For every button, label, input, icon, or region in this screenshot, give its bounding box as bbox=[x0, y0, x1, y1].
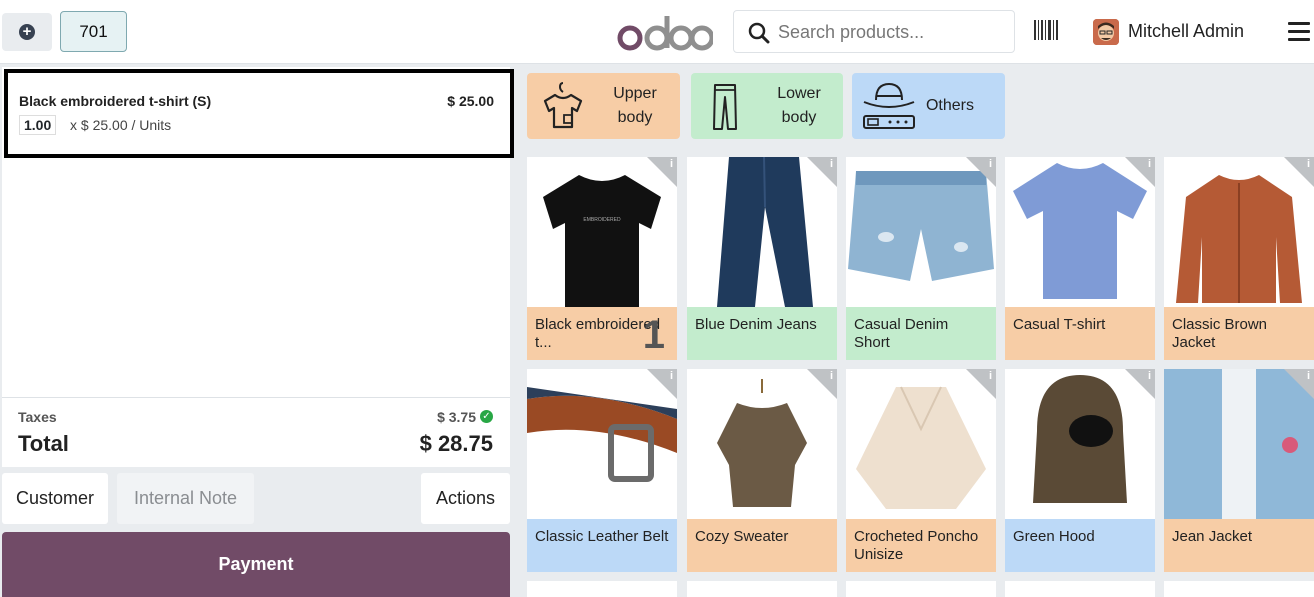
user-avatar[interactable] bbox=[1093, 19, 1119, 45]
order-pane: Black embroidered t-shirt (S) $ 25.00 1.… bbox=[0, 64, 519, 597]
search-input[interactable] bbox=[778, 19, 1003, 45]
hat-belt-icon bbox=[863, 82, 915, 129]
pos-header: + 701 Search products... Mitchell Admin bbox=[0, 0, 1314, 64]
menu-icon[interactable] bbox=[1288, 22, 1310, 46]
product-name: Classic Leather Belt bbox=[527, 519, 677, 572]
info-icon: i bbox=[669, 370, 673, 382]
info-icon: i bbox=[829, 158, 833, 170]
product-card[interactable] bbox=[687, 581, 837, 597]
order-tab-701[interactable]: 701 bbox=[60, 11, 127, 52]
product-card[interactable] bbox=[527, 581, 677, 597]
product-card[interactable]: i Casual Denim Short bbox=[846, 157, 996, 360]
orderline-product-name: Black embroidered t-shirt (S) bbox=[19, 93, 212, 109]
odoo-logo bbox=[617, 8, 715, 66]
payment-button[interactable]: Payment bbox=[2, 532, 510, 597]
category-lower-body[interactable]: Lower body bbox=[691, 73, 843, 139]
order-summary: Taxes $ 3.75 ✓ Total $ 28.75 bbox=[2, 397, 510, 464]
taxes-label: Taxes bbox=[18, 409, 57, 425]
actions-button[interactable]: Actions bbox=[421, 473, 510, 524]
category-others[interactable]: Others bbox=[852, 73, 1005, 139]
product-card[interactable] bbox=[1164, 581, 1314, 597]
product-card[interactable]: i Classic Leather Belt bbox=[527, 369, 677, 572]
product-name: Jean Jacket bbox=[1164, 519, 1314, 572]
info-icon: i bbox=[829, 370, 833, 382]
product-card[interactable]: i Crocheted Poncho Unisize bbox=[846, 369, 996, 572]
category-upper-body[interactable]: Upper body bbox=[527, 73, 680, 139]
info-icon: i bbox=[1306, 370, 1310, 382]
category-label: Upper body bbox=[613, 85, 657, 126]
product-search[interactable] bbox=[733, 10, 1015, 53]
user-name[interactable]: Mitchell Admin bbox=[1128, 21, 1244, 42]
product-card[interactable]: i Cozy Sweater bbox=[687, 369, 837, 572]
avatar-image bbox=[1093, 19, 1119, 45]
product-card[interactable] bbox=[846, 581, 996, 597]
total-label: Total bbox=[18, 431, 69, 456]
category-label: Lower body bbox=[777, 85, 821, 126]
search-icon bbox=[748, 22, 770, 44]
orderline-unit-price: x $ 25.00 / Units bbox=[70, 117, 172, 133]
product-quantity-badge: 1 bbox=[642, 313, 665, 357]
product-name: Classic Brown Jacket bbox=[1164, 307, 1314, 360]
product-name: Casual T-shirt bbox=[1005, 307, 1155, 360]
product-card[interactable]: i Blue Denim Jeans bbox=[687, 157, 837, 360]
info-icon: i bbox=[1147, 370, 1151, 382]
info-icon: i bbox=[669, 158, 673, 170]
product-name: Cozy Sweater bbox=[687, 519, 837, 572]
product-card[interactable]: i Green Hood bbox=[1005, 369, 1155, 572]
barcode-icon[interactable] bbox=[1034, 20, 1060, 40]
product-name: Blue Denim Jeans bbox=[687, 307, 837, 360]
category-label: Others bbox=[925, 97, 974, 114]
customer-button[interactable]: Customer bbox=[2, 473, 108, 524]
product-card[interactable]: i Classic Brown Jacket bbox=[1164, 157, 1314, 360]
product-name: Casual Denim Short bbox=[846, 307, 996, 360]
tshirt-icon bbox=[543, 82, 583, 129]
info-icon: i bbox=[1147, 158, 1151, 170]
product-card[interactable]: i Casual T-shirt bbox=[1005, 157, 1155, 360]
info-icon: i bbox=[988, 370, 992, 382]
svg-text:EMBROIDERED: EMBROIDERED bbox=[583, 217, 621, 223]
product-name: Green Hood bbox=[1005, 519, 1155, 572]
taxes-value: $ 3.75 bbox=[437, 409, 476, 425]
orderline-price: $ 25.00 bbox=[447, 93, 494, 109]
total-value: $ 28.75 bbox=[419, 431, 493, 456]
product-card[interactable]: EMBROIDERED i Black embroidered t... 1 bbox=[527, 157, 677, 360]
internal-note-button[interactable]: Internal Note bbox=[117, 473, 254, 524]
new-order-button[interactable]: + bbox=[2, 13, 52, 51]
orderline-quantity: 1.00 bbox=[19, 115, 57, 135]
product-name: Crocheted Poncho Unisize bbox=[846, 519, 996, 572]
product-card[interactable]: i Jean Jacket bbox=[1164, 369, 1314, 572]
info-icon: i bbox=[1306, 158, 1310, 170]
plus-icon: + bbox=[19, 24, 35, 40]
product-card[interactable] bbox=[1005, 581, 1155, 597]
pants-icon bbox=[713, 84, 737, 130]
products-pane: Upperbody Lowerbody Others EMBROIDERED bbox=[519, 64, 1314, 597]
odoo-logo-graphic bbox=[617, 16, 715, 51]
info-icon: i bbox=[988, 158, 992, 170]
check-circle-icon[interactable]: ✓ bbox=[480, 410, 493, 423]
order-line[interactable]: Black embroidered t-shirt (S) $ 25.00 1.… bbox=[4, 69, 514, 158]
